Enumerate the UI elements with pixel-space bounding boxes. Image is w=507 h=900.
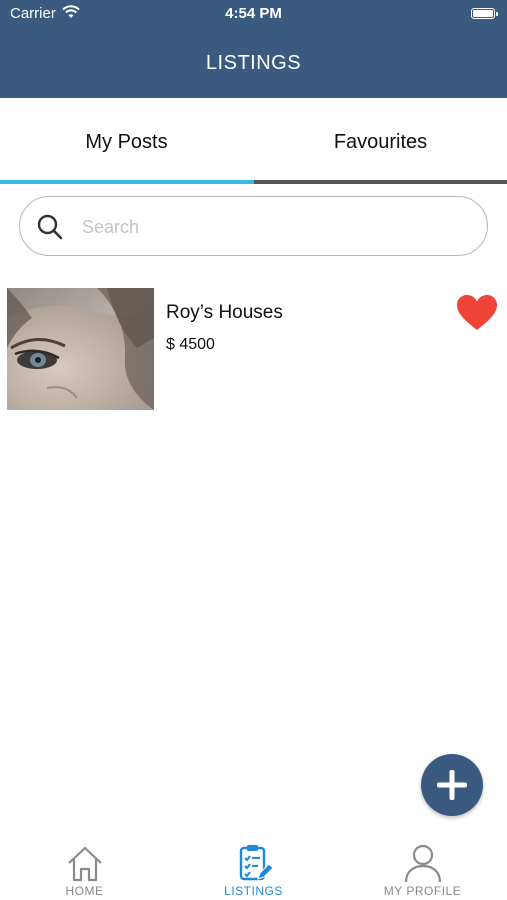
segment-tabs: My Posts Favourites bbox=[0, 98, 507, 184]
search-icon bbox=[37, 214, 63, 240]
nav-listings[interactable]: LISTINGS bbox=[169, 835, 338, 900]
inactive-tab-indicator bbox=[254, 180, 507, 184]
heart-icon[interactable] bbox=[456, 294, 498, 332]
nav-home[interactable]: HOME bbox=[0, 835, 169, 900]
listing-title: Roy’s Houses bbox=[166, 302, 283, 323]
tab-my-posts[interactable]: My Posts bbox=[0, 98, 253, 184]
app-header: Carrier 4:54 PM LISTINGS bbox=[0, 0, 507, 98]
tab-favourites[interactable]: Favourites bbox=[254, 98, 507, 184]
search-bar bbox=[19, 196, 488, 256]
home-icon bbox=[67, 846, 102, 882]
battery-icon bbox=[471, 8, 498, 19]
portrait-photo bbox=[7, 288, 154, 410]
active-tab-indicator bbox=[0, 180, 254, 184]
nav-my-profile[interactable]: MY PROFILE bbox=[338, 835, 507, 900]
listings-icon bbox=[239, 845, 274, 881]
nav-label: MY PROFILE bbox=[383, 884, 462, 898]
listing-thumbnail bbox=[7, 288, 154, 410]
tab-label: Favourites bbox=[333, 131, 428, 153]
plus-icon bbox=[437, 770, 467, 800]
search-input[interactable] bbox=[80, 211, 464, 243]
add-listing-button[interactable] bbox=[421, 754, 483, 816]
page-title: LISTINGS bbox=[205, 52, 302, 74]
bottom-nav: HOME LISTINGS MY PROFILE bbox=[0, 835, 507, 900]
list-item[interactable]: Roy’s Houses $ 4500 bbox=[0, 286, 507, 412]
tab-label: My Posts bbox=[85, 131, 168, 153]
nav-label: HOME bbox=[65, 884, 104, 898]
status-time: 4:54 PM bbox=[225, 5, 282, 22]
profile-icon bbox=[404, 844, 441, 883]
nav-label: LISTINGS bbox=[224, 884, 283, 898]
status-bar: Carrier 4:54 PM bbox=[0, 0, 507, 28]
listing-price: $ 4500 bbox=[166, 336, 215, 353]
